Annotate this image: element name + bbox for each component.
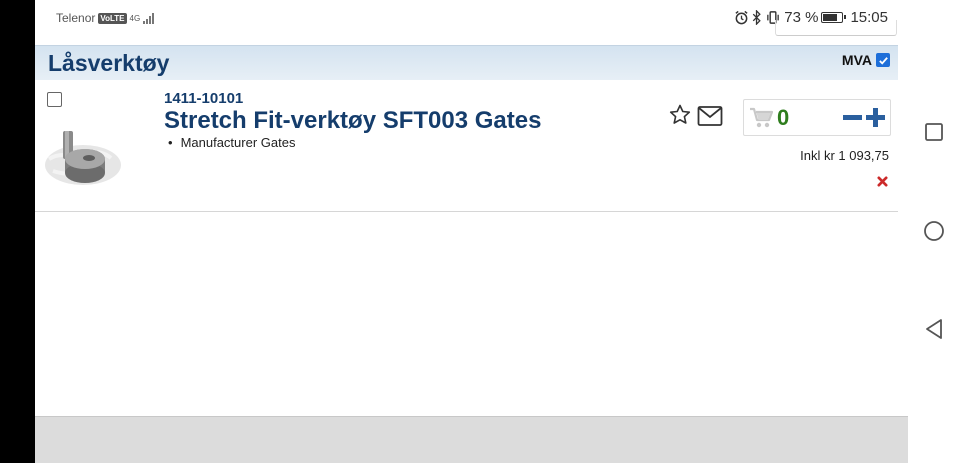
circle-icon — [924, 221, 944, 241]
search-field-edge[interactable] — [775, 20, 897, 36]
footer-bar — [35, 416, 908, 463]
quantity-value[interactable]: 0 — [777, 105, 789, 131]
carrier-name: Telenor — [56, 11, 96, 25]
price-label: Inkl kr 1 093,75 — [800, 148, 889, 163]
back-button[interactable] — [922, 317, 946, 341]
recent-apps-button[interactable] — [922, 120, 946, 144]
mva-checkbox[interactable] — [876, 53, 890, 67]
home-button[interactable] — [922, 219, 946, 243]
mva-label: MVA — [841, 52, 872, 68]
quantity-control: 0 — [743, 99, 891, 136]
star-outline-icon[interactable] — [668, 103, 692, 127]
attribute-manufacturer: Manufacturer Gates — [168, 135, 296, 150]
product-row: 1411-10101 Stretch Fit-verktøy SFT003 Ga… — [35, 80, 898, 212]
page-title: Låsverktøy — [48, 50, 170, 76]
product-image[interactable] — [41, 125, 125, 191]
plus-icon[interactable] — [865, 107, 886, 128]
network-type: 4G — [129, 13, 141, 23]
system-nav-bar — [908, 0, 960, 463]
carrier-info: Telenor VoLTE 4G — [56, 11, 155, 25]
select-product-checkbox[interactable] — [47, 92, 62, 107]
bluetooth-icon — [753, 10, 761, 25]
app-screen: Telenor VoLTE 4G 73 % 15:05 Låsverktøy M… — [35, 0, 908, 463]
alarm-icon — [735, 10, 748, 25]
triangle-back-icon — [926, 319, 942, 339]
volte-badge: VoLTE — [98, 12, 127, 24]
envelope-icon[interactable] — [697, 105, 723, 127]
product-name-link[interactable]: Stretch Fit-verktøy SFT003 Gates — [164, 107, 541, 135]
signal-icon — [143, 12, 155, 24]
product-attributes: Manufacturer Gates — [168, 135, 296, 150]
status-bar: Telenor VoLTE 4G 73 % 15:05 — [35, 0, 908, 36]
checkmark-icon — [878, 56, 888, 65]
product-sku: 1411-10101 — [164, 90, 244, 107]
square-icon — [925, 123, 943, 141]
mva-toggle[interactable]: MVA — [842, 52, 890, 68]
remove-x-icon[interactable] — [877, 176, 888, 187]
category-header: Låsverktøy MVA — [35, 45, 898, 80]
shopping-cart-icon[interactable] — [749, 107, 773, 129]
minus-icon[interactable] — [842, 107, 863, 128]
